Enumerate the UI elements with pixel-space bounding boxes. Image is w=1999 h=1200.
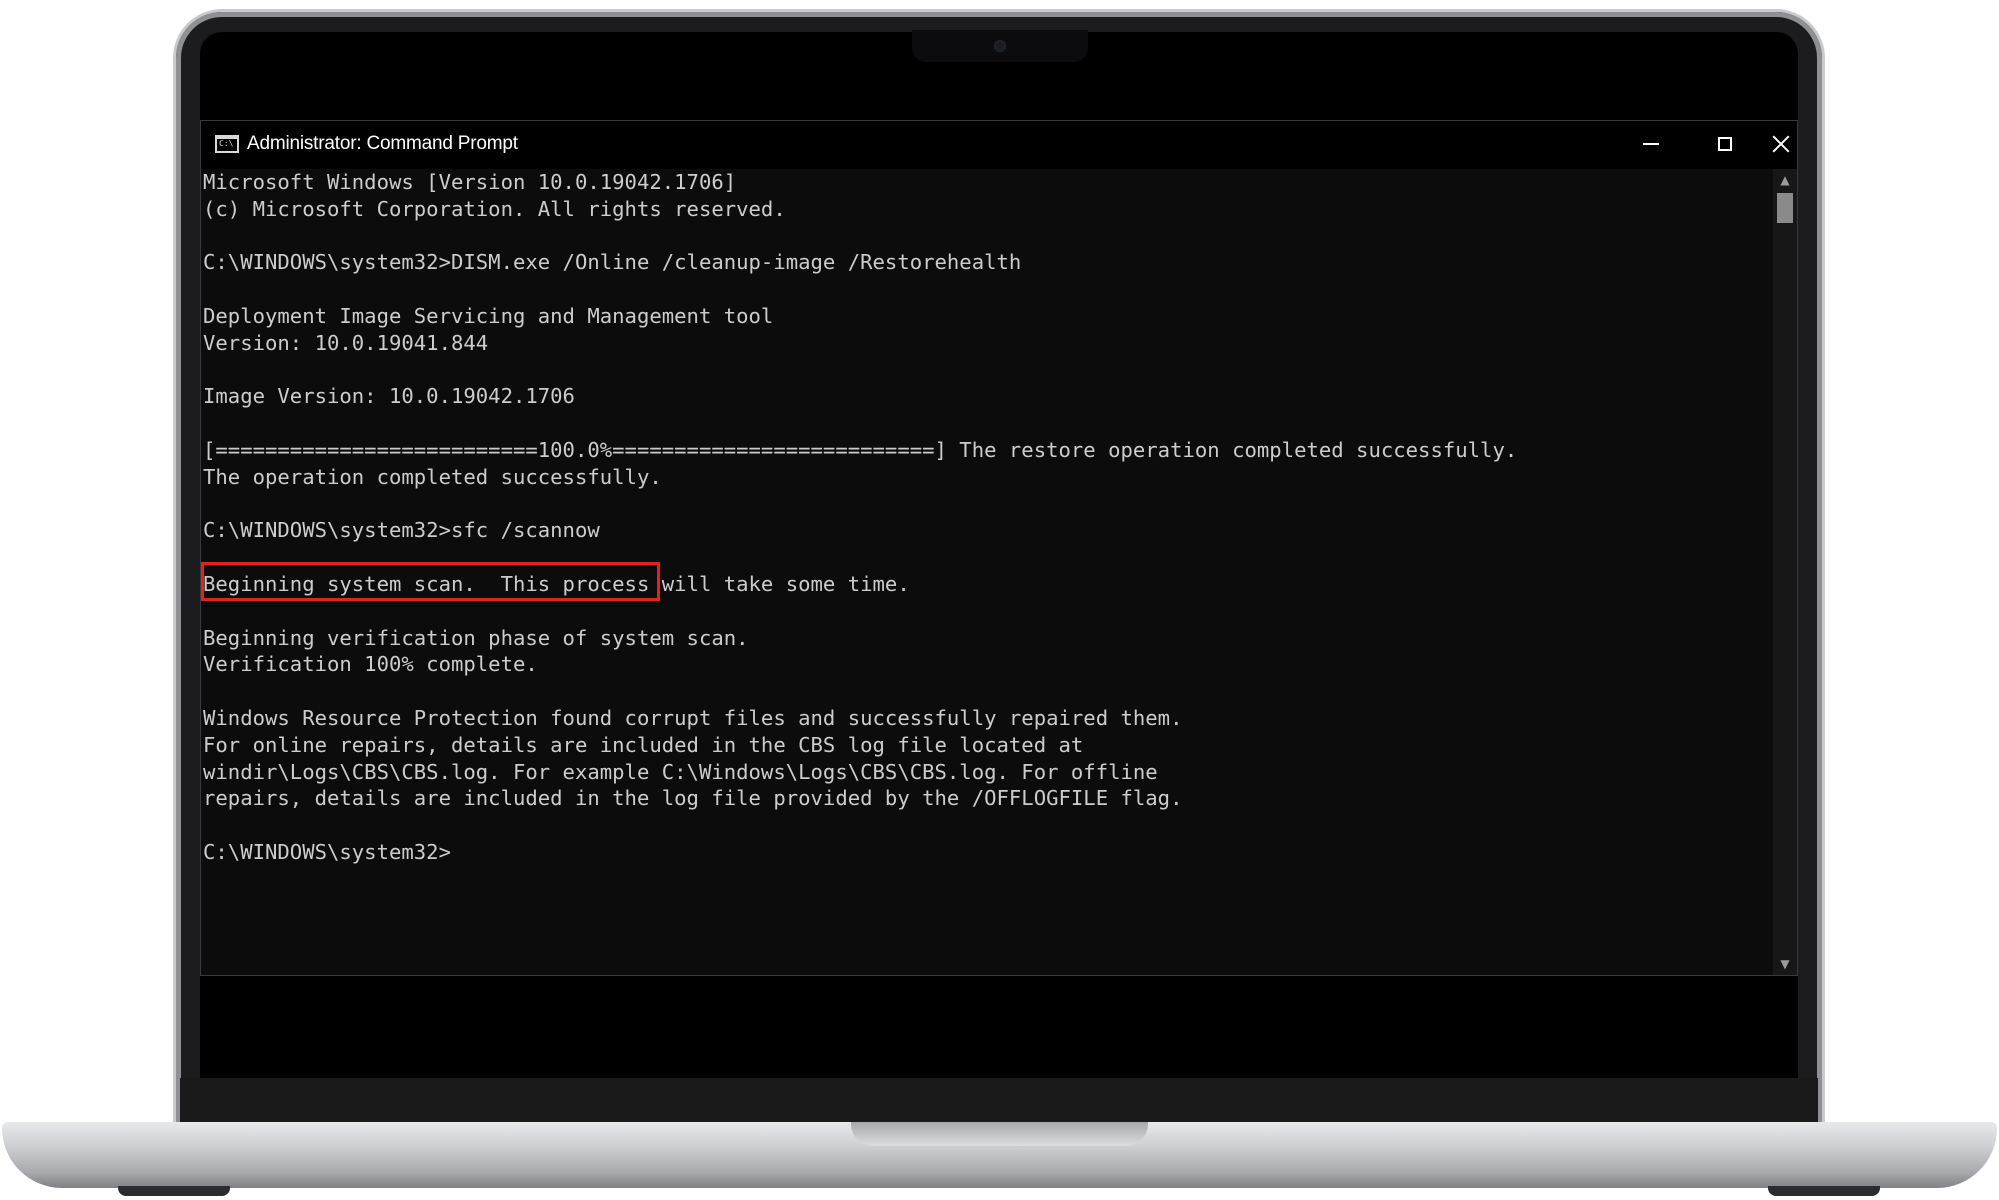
console-line: repairs, details are included in the log… xyxy=(203,786,1183,811)
scroll-up-button[interactable]: ▲ xyxy=(1773,169,1797,191)
console-line: Version: 10.0.19041.844 xyxy=(203,330,489,355)
chevron-down-icon: ▼ xyxy=(1780,957,1790,971)
console-line: C:\WINDOWS\system32> xyxy=(203,840,451,864)
console-line: Image Version: 10.0.19042.1706 xyxy=(203,384,575,409)
console-line: The operation completed successfully. xyxy=(203,464,662,489)
console-line: Deployment Image Servicing and Managemen… xyxy=(203,304,774,328)
chevron-up-icon: ▲ xyxy=(1780,173,1790,187)
maximize-icon xyxy=(1718,137,1732,151)
laptop-chin xyxy=(180,1078,1818,1122)
cmd-icon-text: C:\ xyxy=(219,139,234,148)
window-title: Administrator: Command Prompt xyxy=(247,133,518,154)
close-icon xyxy=(1772,135,1790,153)
laptop-mockup: C:\ Administrator: Command Prompt Micros… xyxy=(0,0,1999,1200)
console-line: Windows Resource Protection found corrup… xyxy=(203,706,1183,730)
console-line: C:\WINDOWS\system32>DISM.exe /Online /cl… xyxy=(203,250,1022,275)
minimize-button[interactable] xyxy=(1616,121,1686,167)
laptop-foot-right xyxy=(1768,1186,1880,1196)
command-prompt-window[interactable]: C:\ Administrator: Command Prompt Micros… xyxy=(200,120,1798,976)
console-line: windir\Logs\CBS\CBS.log. For example C:\… xyxy=(203,759,1158,784)
console-line: Beginning system scan. This process will… xyxy=(203,572,910,596)
console-line: (c) Microsoft Corporation. All rights re… xyxy=(203,196,786,221)
laptop-foot-left xyxy=(118,1186,230,1196)
console-line: For online repairs, details are included… xyxy=(203,732,1084,757)
console-output[interactable]: Microsoft Windows [Version 10.0.19042.17… xyxy=(201,169,1773,975)
maximize-button[interactable] xyxy=(1690,121,1760,167)
webcam-icon xyxy=(994,40,1006,52)
vertical-scrollbar[interactable]: ▲ ▼ xyxy=(1773,169,1797,975)
laptop-opening-notch xyxy=(851,1122,1148,1146)
scroll-down-button[interactable]: ▼ xyxy=(1773,953,1797,975)
console-line: [==========================100.0%=======… xyxy=(203,438,1518,462)
console-line: Verification 100% complete. xyxy=(203,652,538,677)
close-button[interactable] xyxy=(1764,121,1798,167)
console-line: Beginning verification phase of system s… xyxy=(203,625,749,650)
title-bar[interactable]: C:\ Administrator: Command Prompt xyxy=(201,121,1797,169)
minimize-icon xyxy=(1643,143,1659,145)
console-line: C:\WINDOWS\system32>sfc /scannow xyxy=(203,518,600,543)
cmd-icon: C:\ xyxy=(215,135,239,153)
console-line: Microsoft Windows [Version 10.0.19042.17… xyxy=(203,170,737,194)
scroll-thumb[interactable] xyxy=(1777,193,1793,223)
